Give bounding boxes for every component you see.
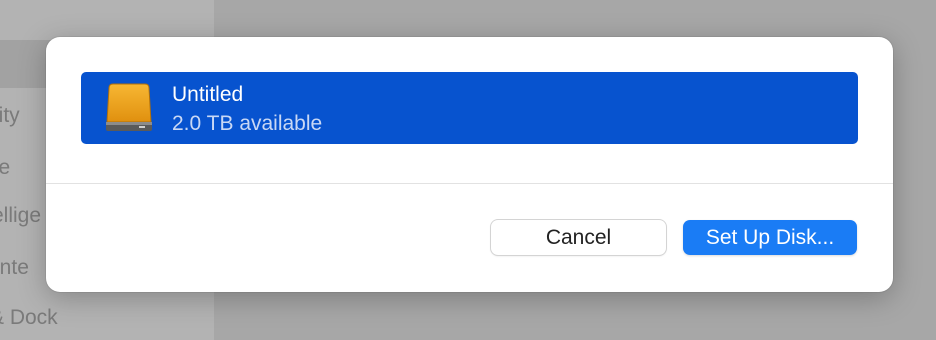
background-sidebar-item: ce bbox=[0, 156, 11, 179]
background-sidebar-item: & Dock bbox=[0, 306, 58, 329]
disk-list-item-untitled[interactable]: Untitled 2.0 TB available bbox=[81, 72, 858, 144]
setup-disk-dialog: Untitled 2.0 TB available Cancel Set Up … bbox=[46, 37, 893, 292]
background-sidebar-item: lity bbox=[0, 104, 20, 127]
divider bbox=[46, 183, 893, 184]
external-drive-icon bbox=[103, 82, 155, 136]
background-sidebar-item: ente bbox=[0, 256, 29, 279]
set-up-disk-button[interactable]: Set Up Disk... bbox=[683, 220, 857, 255]
disk-name: Untitled bbox=[172, 83, 244, 106]
cancel-button[interactable]: Cancel bbox=[491, 220, 666, 255]
background-sidebar-item: ellige bbox=[0, 204, 42, 227]
disk-available-space: 2.0 TB available bbox=[172, 112, 323, 135]
